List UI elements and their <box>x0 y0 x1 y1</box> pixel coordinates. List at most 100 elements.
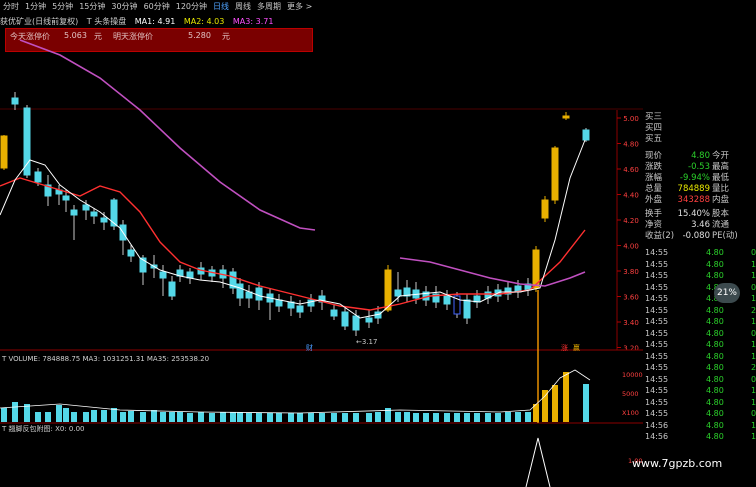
price-axis-label: 4.00 <box>623 243 639 251</box>
candlestick-chart[interactable]: 5.00 4.80 4.60 4.40 4.20 4.00 3.80 3.60 3.40 3.20… <box>0 0 643 487</box>
tick-volume: 1 <box>751 340 756 349</box>
tick-row: 14:55 4.80 2 <box>643 305 756 316</box>
volume-axis-label: 5000 <box>622 390 639 398</box>
tick-time: 14:55 <box>645 409 669 418</box>
low-price-marker: ←3.17 <box>356 338 377 346</box>
volume-bar <box>495 413 501 422</box>
tick-price: 4.80 <box>706 409 724 418</box>
stats-value: 15.40% <box>677 209 710 219</box>
stats-value: -0.080 <box>682 231 710 241</box>
volume-bar <box>542 390 548 422</box>
tick-time: 14:55 <box>645 259 669 269</box>
candle-body <box>11 97 19 105</box>
tick-row: 14:55 4.80 0 <box>643 328 756 339</box>
volume-bar <box>169 412 175 422</box>
tick-price: 4.80 <box>706 259 724 269</box>
volume-ma-line <box>0 369 591 414</box>
candle-body <box>365 317 373 323</box>
tick-price: 4.80 <box>706 328 724 338</box>
tick-volume: 1 <box>751 351 756 361</box>
volume-bar <box>375 412 381 422</box>
quote-label-2: 今开 <box>712 151 730 161</box>
volume-bar <box>485 413 491 422</box>
quote-value: -0.53 <box>688 162 710 172</box>
stats-label: 换手 <box>645 209 663 219</box>
candle-body <box>34 171 42 183</box>
volume-bar <box>288 413 294 422</box>
volume-bar <box>198 412 204 422</box>
volume-bar <box>177 412 183 422</box>
tick-row: 14:56 4.80 1 <box>643 431 756 442</box>
volume-bar <box>12 402 18 422</box>
orderbook-label: 买四 <box>645 123 663 133</box>
quote-label-2: 最高 <box>712 162 730 172</box>
stock-chart-window: 分时 1分钟 5分钟 15分钟 30分钟 60分钟 120分钟 日线 周线 多周期 更多 > 获优矿… <box>0 0 756 487</box>
volume-bar <box>45 412 51 422</box>
price-axis-label: 4.20 <box>623 217 639 225</box>
quote-label: 现价 <box>645 151 663 161</box>
candle-body <box>168 281 176 297</box>
tick-time: 14:55 <box>645 282 669 292</box>
volume-bar <box>56 405 62 422</box>
stats-label-2: 股本 <box>712 209 730 219</box>
volume-bar <box>297 413 303 422</box>
volume-bar <box>187 413 193 422</box>
tick-price: 4.80 <box>706 432 724 441</box>
volume-bar <box>353 413 359 422</box>
watermark-text: www.7gpzb.com <box>632 457 723 470</box>
tick-time: 14:55 <box>645 328 669 338</box>
volume-bar <box>474 413 480 422</box>
tick-time: 14:55 <box>645 363 669 372</box>
price-axis-label: 3.80 <box>623 268 639 276</box>
volume-bar <box>444 413 450 422</box>
candle-body <box>330 309 338 317</box>
tick-price: 4.80 <box>706 248 724 257</box>
signal-marker-2: 赢 <box>573 343 580 352</box>
volume-bar <box>308 413 314 422</box>
volume-bar <box>413 413 419 422</box>
stats-label-2: PE(动) <box>712 231 738 241</box>
tick-row: 14:55 4.80 1 <box>643 316 756 327</box>
tick-volume: 1 <box>751 259 756 269</box>
tick-volume: 1 <box>751 432 756 441</box>
candle-body <box>159 271 167 279</box>
sub-indicator-label: T 翘脚反包附图: X0: 0.00 <box>1 424 85 433</box>
volume-bar <box>246 413 252 422</box>
candle-body <box>541 199 549 219</box>
sub-indicator-spike <box>525 437 551 487</box>
candle-body <box>562 115 570 119</box>
quote-value: -9.94% <box>679 173 710 183</box>
tick-volume: 0 <box>751 282 756 292</box>
volume-bar <box>583 384 589 422</box>
candle-body <box>70 209 78 216</box>
candle-body <box>463 299 471 319</box>
tick-row: 14:56 4.80 1 <box>643 420 756 431</box>
tick-row: 14:55 4.80 2 <box>643 362 756 373</box>
tick-time: 14:55 <box>645 271 669 280</box>
candle-body <box>127 249 135 257</box>
volume-bar <box>91 410 97 422</box>
tick-volume: 1 <box>751 271 756 280</box>
candle-body <box>236 283 244 299</box>
volume-bar <box>160 412 166 422</box>
tick-row: 14:55 4.80 1 <box>643 397 756 408</box>
volume-bar <box>395 412 401 422</box>
volume-bar <box>342 413 348 422</box>
tick-price: 4.80 <box>706 305 724 315</box>
cai-marker: 财 <box>306 343 313 352</box>
progress-badge[interactable]: 21% <box>714 283 740 303</box>
tick-volume: 1 <box>751 386 756 395</box>
tick-volume: 1 <box>751 397 756 407</box>
orderbook-label: 买三 <box>645 112 663 122</box>
price-axis-label: 3.60 <box>623 294 639 302</box>
candle-body <box>23 107 31 176</box>
tick-price: 4.80 <box>706 397 724 407</box>
tick-time: 14:55 <box>645 374 669 384</box>
tick-volume: 0 <box>751 409 756 418</box>
volume-bar <box>230 412 236 422</box>
candle-body <box>443 295 451 305</box>
volume-bar <box>151 410 157 422</box>
price-axis-label: 4.60 <box>623 166 639 174</box>
tick-row: 14:55 4.80 1 <box>643 270 756 281</box>
quote-label: 外盘 <box>645 195 663 205</box>
